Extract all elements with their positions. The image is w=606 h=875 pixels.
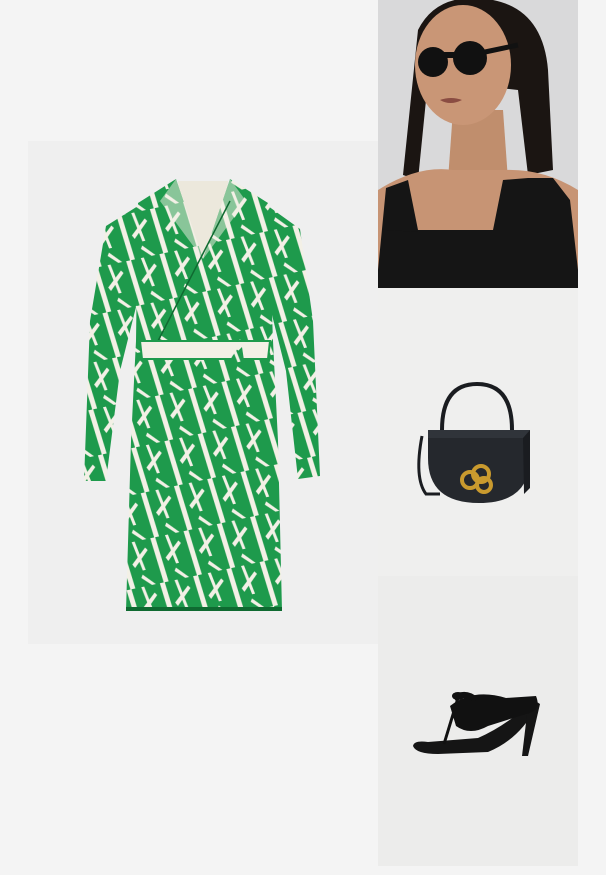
dress-product-image[interactable] [28,141,378,644]
wrap-dress-illustration [84,179,320,611]
handbag-product-image[interactable] [378,288,578,576]
model-with-sunglasses [378,0,578,288]
sunglasses-product-image[interactable] [378,0,578,288]
sandal-product-image[interactable] [378,576,578,866]
thong-heeled-sandal [378,576,578,866]
half-moon-handbag [378,288,578,576]
